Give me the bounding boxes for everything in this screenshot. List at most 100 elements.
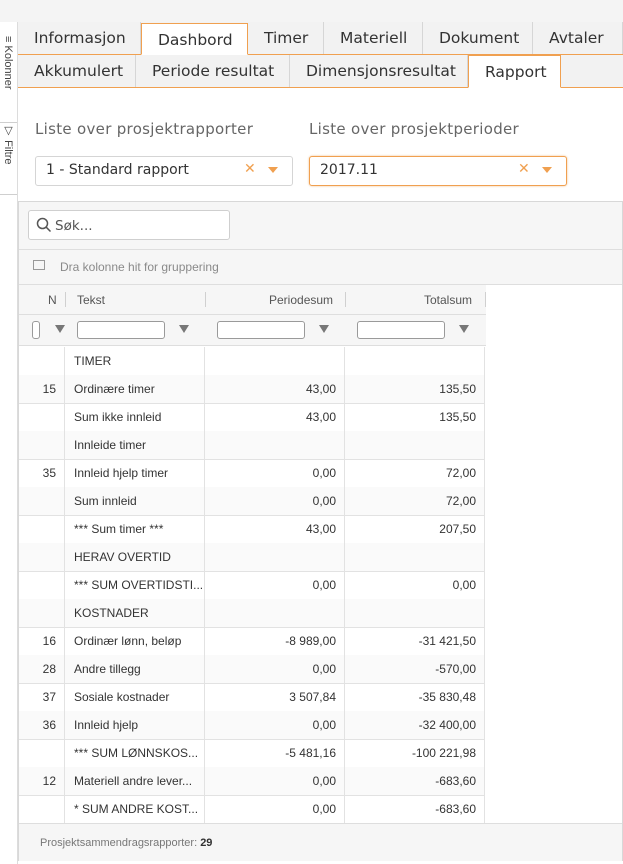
- row-period-sum-cell: 43,00: [205, 375, 345, 403]
- row-total-sum-cell: 207,50: [345, 515, 485, 543]
- text-filter-input[interactable]: [77, 321, 165, 339]
- row-total-sum-cell: -683,60: [345, 795, 485, 823]
- column-header-row: N Tekst Periodesum Totalsum: [19, 285, 486, 315]
- columns-text: Kolonner: [2, 45, 14, 90]
- filter-icon: ▽: [2, 124, 14, 137]
- report-grid: Søk... Dra kolonne hit for gruppering N …: [18, 201, 623, 861]
- header-separator[interactable]: [345, 292, 346, 307]
- table-row[interactable]: 16 Ordinær lønn, beløp -8 989,00 -31 421,50: [19, 627, 485, 656]
- header-period-sum[interactable]: Periodesum: [269, 293, 333, 307]
- table-row[interactable]: *** SUM LØNNSKOS... -5 481,16 -100 221,98: [19, 739, 485, 768]
- row-period-sum-cell: 0,00: [205, 655, 345, 683]
- tab-rapport[interactable]: Rapport: [468, 55, 561, 88]
- report-dropdown-arrow-icon[interactable]: [268, 167, 278, 173]
- row-nr-cell: [19, 515, 65, 543]
- tab-akkumulert[interactable]: Akkumulert: [18, 55, 136, 87]
- tab-timer[interactable]: Timer: [248, 22, 324, 54]
- table-row[interactable]: HERAV OVERTID: [19, 543, 485, 572]
- row-nr-cell: [19, 431, 65, 459]
- nr-filter-icon[interactable]: [55, 325, 65, 333]
- columns-side-tab[interactable]: ≡ Kolonner: [0, 36, 17, 123]
- table-row[interactable]: 28 Andre tillegg 0,00 -570,00: [19, 655, 485, 684]
- tab-dashbord[interactable]: Dashbord: [141, 23, 248, 55]
- text-filter-icon[interactable]: [179, 325, 189, 333]
- row-total-sum-cell: 72,00: [345, 459, 485, 487]
- report-select[interactable]: 1 - Standard rapport ✕: [35, 156, 293, 186]
- row-period-sum-cell: [205, 599, 345, 627]
- tab-dimensjonsresultat[interactable]: Dimensjonsresultat: [290, 55, 468, 87]
- row-period-sum-cell: 43,00: [205, 403, 345, 431]
- row-total-sum-cell: -35 830,48: [345, 683, 485, 711]
- row-period-sum-cell: -8 989,00: [205, 627, 345, 655]
- total-sum-filter-input[interactable]: [357, 321, 445, 339]
- row-nr-cell: 28: [19, 655, 65, 683]
- row-nr-cell: 36: [19, 711, 65, 739]
- table-row[interactable]: TIMER: [19, 347, 485, 376]
- table-row[interactable]: Innleide timer: [19, 431, 485, 460]
- table-row[interactable]: *** Sum timer *** 43,00 207,50: [19, 515, 485, 544]
- row-nr-cell: 15: [19, 375, 65, 403]
- row-period-sum-cell: 0,00: [205, 571, 345, 599]
- search-input[interactable]: Søk...: [28, 210, 230, 240]
- search-icon: [36, 217, 52, 233]
- row-text-cell: Materiell andre lever...: [65, 767, 205, 795]
- header-separator[interactable]: [205, 292, 206, 307]
- header-separator[interactable]: [485, 292, 486, 307]
- row-period-sum-cell: 43,00: [205, 515, 345, 543]
- table-row[interactable]: Sum ikke innleid 43,00 135,50: [19, 403, 485, 432]
- columns-side-tab-label: ≡ Kolonner: [2, 36, 14, 90]
- grid-toolbar: Søk...: [19, 202, 622, 250]
- report-clear-icon[interactable]: ✕: [244, 161, 256, 177]
- report-list-label: Liste over prosjektrapporter: [35, 120, 254, 138]
- row-nr-cell: [19, 543, 65, 571]
- row-nr-cell: [19, 347, 65, 375]
- table-row[interactable]: 36 Innleid hjelp 0,00 -32 400,00: [19, 711, 485, 740]
- row-nr-cell: [19, 599, 65, 627]
- row-nr-cell: [19, 739, 65, 767]
- search-placeholder: Søk...: [55, 218, 93, 234]
- columns-icon: ≡: [2, 36, 14, 43]
- header-separator[interactable]: [65, 292, 66, 307]
- header-total-sum[interactable]: Totalsum: [424, 293, 472, 307]
- tab-periode-resultat[interactable]: Periode resultat: [136, 55, 290, 87]
- period-sum-filter-icon[interactable]: [319, 325, 329, 333]
- nr-filter-input[interactable]: [32, 321, 40, 339]
- period-dropdown-arrow-icon[interactable]: [542, 167, 552, 173]
- table-row[interactable]: * SUM ANDRE KOST... 0,00 -683,60: [19, 795, 485, 824]
- tab-dokument[interactable]: Dokument: [423, 22, 533, 54]
- row-period-sum-cell: -5 481,16: [205, 739, 345, 767]
- row-text-cell: *** SUM OVERTIDSTI...: [65, 571, 205, 599]
- table-row[interactable]: KOSTNADER: [19, 599, 485, 628]
- row-text-cell: KOSTNADER: [65, 599, 205, 627]
- tab-materiell[interactable]: Materiell: [324, 22, 423, 54]
- filters-side-tab[interactable]: ▽ Filtre: [0, 124, 17, 195]
- row-period-sum-cell: 0,00: [205, 459, 345, 487]
- primary-tab-bar: Informasjon Dashbord Timer Materiell Dok…: [18, 22, 623, 55]
- filter-row: [19, 315, 486, 346]
- header-text[interactable]: Tekst: [77, 293, 105, 307]
- group-panel-icon: [33, 260, 45, 270]
- table-row[interactable]: 37 Sosiale kostnader 3 507,84 -35 830,48: [19, 683, 485, 712]
- total-sum-filter-icon[interactable]: [459, 325, 469, 333]
- header-nr[interactable]: N: [48, 293, 57, 307]
- tab-avtaler[interactable]: Avtaler: [533, 22, 623, 54]
- table-row[interactable]: 35 Innleid hjelp timer 0,00 72,00: [19, 459, 485, 488]
- table-row[interactable]: 12 Materiell andre lever... 0,00 -683,60: [19, 767, 485, 796]
- row-total-sum-cell: [345, 599, 485, 627]
- grid-footer: Prosjektsammendragsrapporter: 29: [19, 823, 622, 861]
- row-total-sum-cell: 0,00: [345, 571, 485, 599]
- row-total-sum-cell: -32 400,00: [345, 711, 485, 739]
- table-row[interactable]: 15 Ordinære timer 43,00 135,50: [19, 375, 485, 404]
- table-row[interactable]: *** SUM OVERTIDSTI... 0,00 0,00: [19, 571, 485, 600]
- filters-text: Filtre: [2, 140, 14, 165]
- period-select[interactable]: 2017.11 ✕: [309, 156, 567, 186]
- group-drop-zone[interactable]: Dra kolonne hit for gruppering: [19, 250, 622, 285]
- period-sum-filter-input[interactable]: [217, 321, 305, 339]
- row-total-sum-cell: -31 421,50: [345, 627, 485, 655]
- row-text-cell: Andre tillegg: [65, 655, 205, 683]
- period-clear-icon[interactable]: ✕: [518, 161, 530, 177]
- table-row[interactable]: Sum innleid 0,00 72,00: [19, 487, 485, 516]
- tab-informasjon[interactable]: Informasjon: [18, 22, 141, 54]
- report-select-value: 1 - Standard rapport: [46, 162, 189, 178]
- side-panel: ≡ Kolonner ▽ Filtre: [0, 22, 18, 864]
